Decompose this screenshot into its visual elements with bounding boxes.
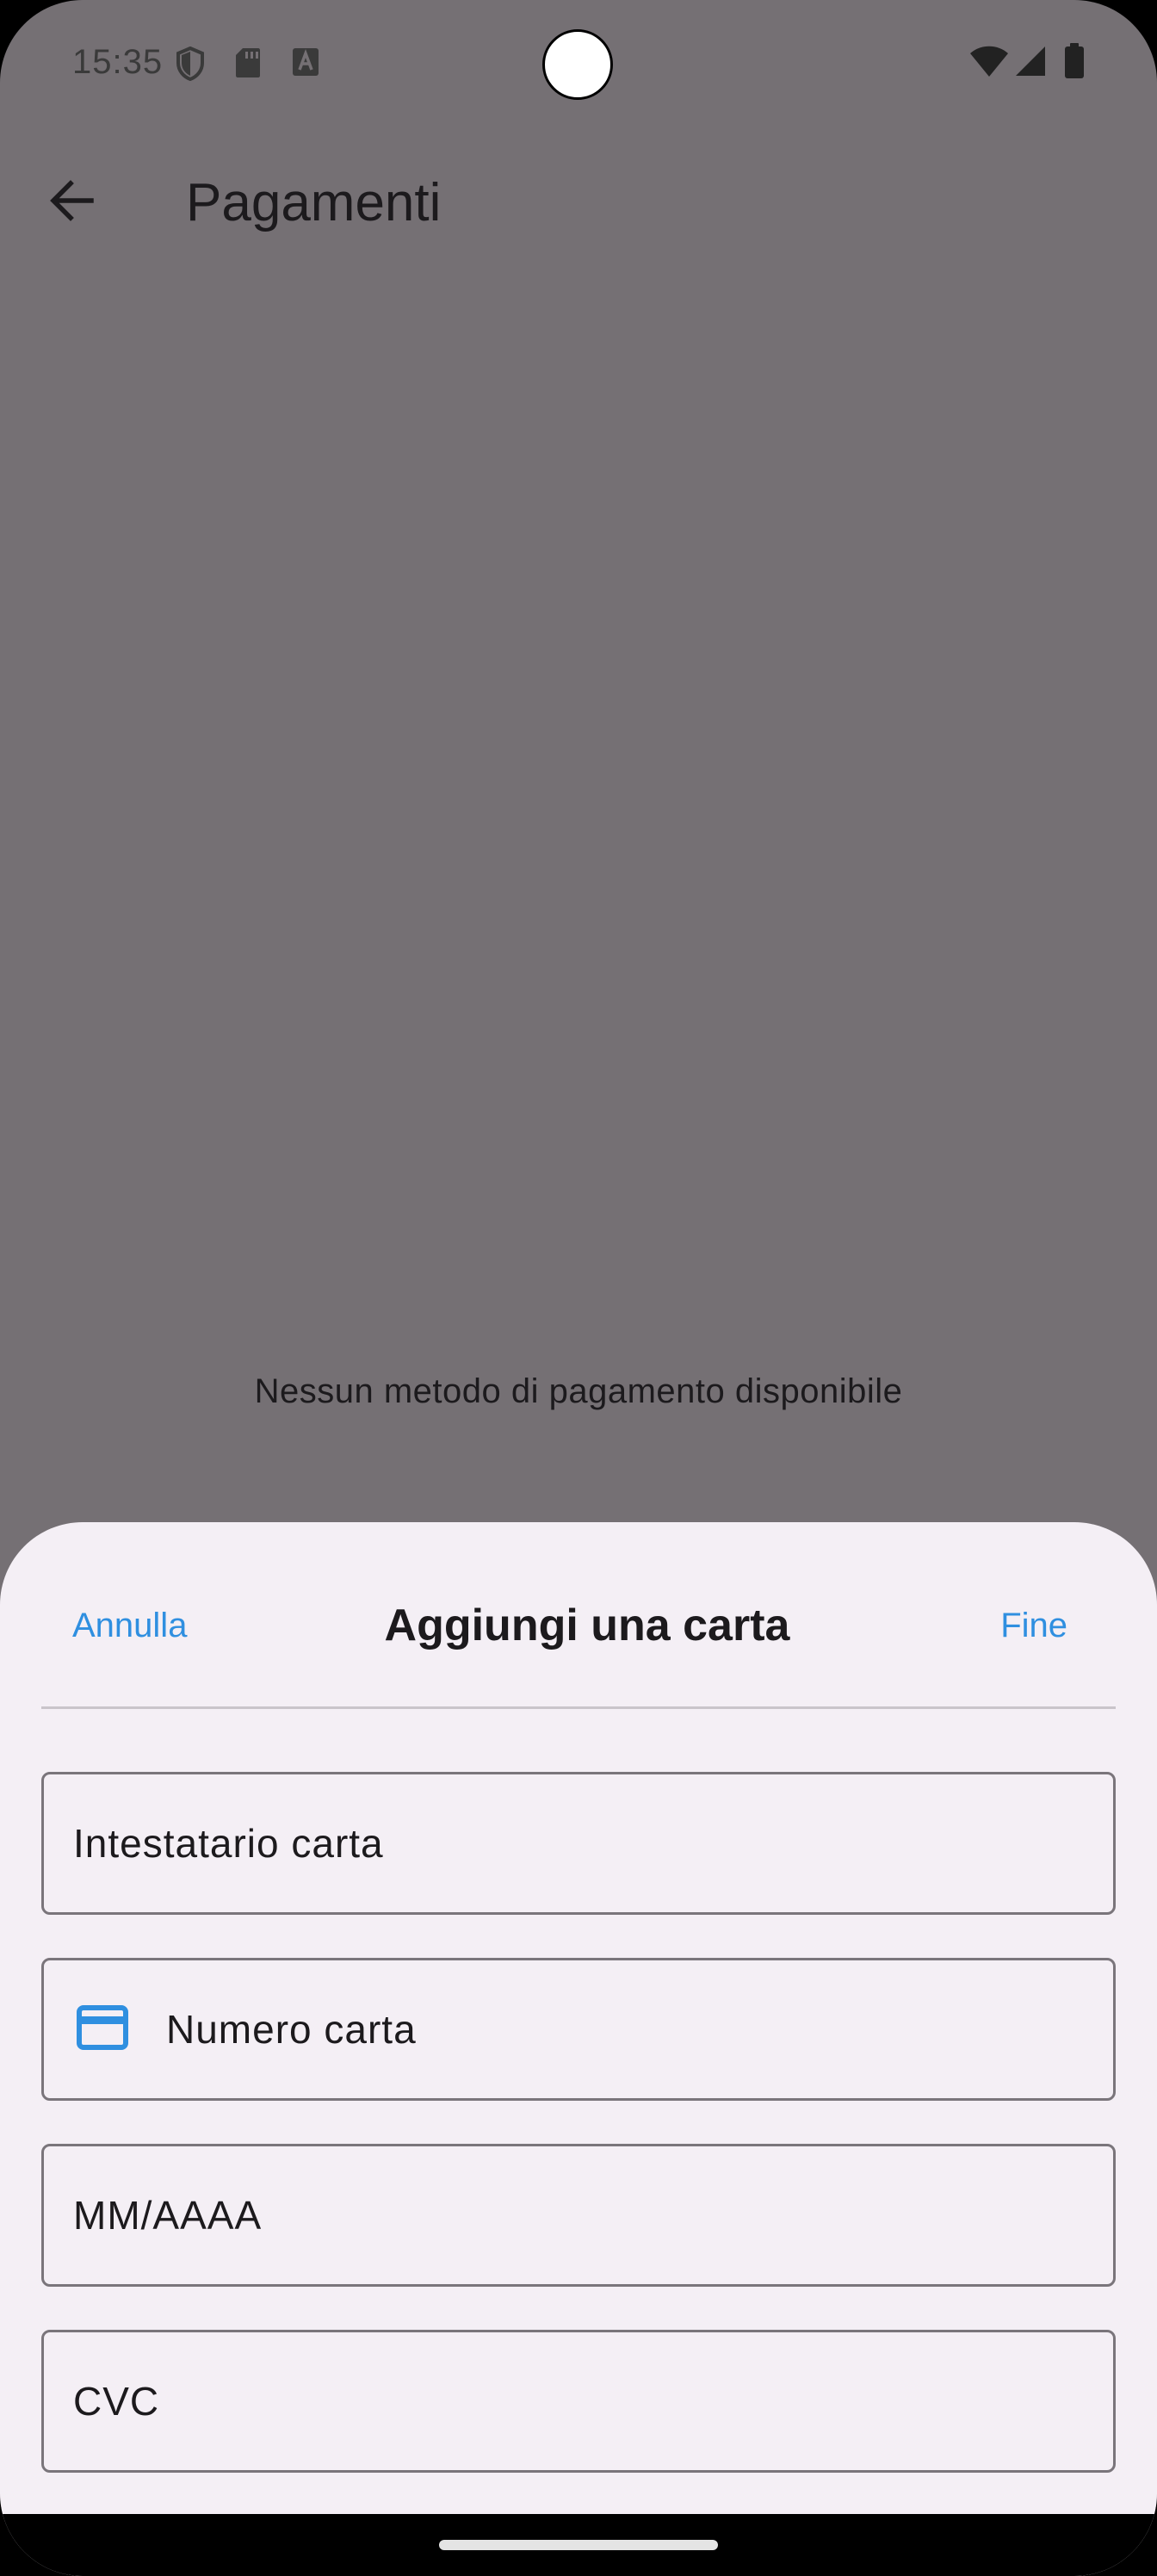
battery-icon — [1064, 43, 1085, 84]
cvc-field[interactable] — [41, 2330, 1116, 2473]
shield-icon — [176, 46, 205, 85]
sd-card-icon — [234, 46, 262, 84]
device-screen: 15:35 Pagamenti Nessun metodo di pagamen… — [0, 0, 1157, 2576]
cardholder-field[interactable] — [41, 1772, 1116, 1915]
status-bar: 15:35 — [0, 0, 1157, 129]
arrow-back-icon — [48, 179, 95, 226]
signal-icon — [1014, 45, 1047, 82]
empty-state-message: Nessun metodo di pagamento disponibile — [254, 1372, 903, 1410]
back-button[interactable] — [34, 165, 108, 239]
header-divider — [41, 1706, 1116, 1709]
wifi-icon — [969, 45, 1009, 82]
app-bar: Pagamenti — [0, 146, 1157, 258]
status-time: 15:35 — [72, 43, 164, 81]
expiry-input[interactable] — [73, 2146, 1072, 2284]
home-indicator[interactable] — [439, 2540, 718, 2550]
navigation-bar — [0, 2514, 1157, 2576]
expiry-field[interactable] — [41, 2144, 1116, 2287]
keyboard-a-icon — [291, 46, 320, 82]
add-card-sheet: Annulla Aggiungi una carta Fine — [0, 1522, 1157, 2576]
cardholder-input[interactable] — [73, 1774, 1072, 1912]
sheet-header: Annulla Aggiungi una carta Fine — [0, 1522, 1157, 1708]
cvc-input[interactable] — [73, 2332, 1072, 2470]
sheet-title: Aggiungi una carta — [384, 1601, 790, 1650]
page-title: Pagamenti — [186, 173, 442, 232]
camera-cutout — [542, 29, 613, 100]
card-number-field[interactable] — [41, 1958, 1116, 2101]
done-button[interactable]: Fine — [1000, 1607, 1067, 1645]
credit-card-icon — [77, 2005, 128, 2050]
card-number-input[interactable] — [166, 1960, 1079, 2098]
